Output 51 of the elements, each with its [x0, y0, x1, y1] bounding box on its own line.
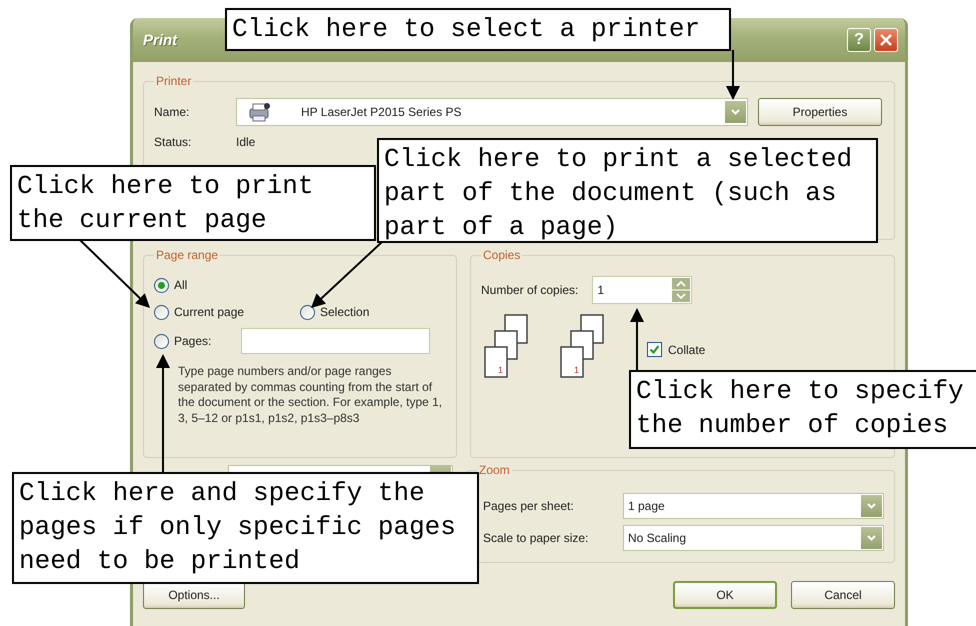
spin-arrows-icon — [672, 278, 690, 302]
dropdown-button[interactable] — [861, 495, 882, 517]
radio-option[interactable]: All — [154, 278, 430, 292]
pages-input-field[interactable] — [241, 328, 430, 354]
chevron-down-icon — [731, 109, 740, 115]
dialog-button[interactable]: OK — [673, 581, 777, 609]
dropdown-value: 1 page — [627, 499, 666, 513]
callout-tooltip: Click here and specify the pages if only specific pages need to be printed — [12, 472, 479, 584]
field-label: Pages per sheet: — [482, 499, 575, 513]
dropdown-value: No Scaling — [627, 531, 688, 545]
callout-tooltip: Click here to select a printer — [225, 8, 731, 51]
printer-dropdown[interactable]: HP LaserJet P2015 Series PS — [236, 98, 748, 126]
callout-tooltip: Click here to specify the number of copies — [629, 370, 976, 449]
dropdown-button[interactable] — [725, 101, 746, 123]
field-label: Number of copies: — [481, 283, 578, 297]
page-number: 1 — [498, 365, 504, 375]
check-icon — [649, 344, 660, 355]
collate-checkbox[interactable]: Collate — [647, 342, 706, 357]
callout-arrow — [311, 241, 383, 308]
callout-tooltip: Click here to print the current page — [10, 165, 376, 241]
callout-arrow — [726, 50, 740, 100]
field-label: Status: — [154, 135, 192, 149]
window-title: Print — [143, 32, 178, 48]
group-title: Printer — [155, 74, 192, 88]
chevron-down-icon — [867, 503, 876, 509]
copies-value: 1 — [597, 283, 606, 297]
copies-spin-field[interactable]: 1 — [592, 276, 692, 304]
radio-option[interactable]: Current page — [154, 304, 300, 320]
close-button[interactable] — [874, 28, 898, 52]
dropdown-field[interactable]: No Scaling — [623, 525, 884, 551]
callout-arrow — [630, 308, 644, 370]
properties-button[interactable]: Properties — [758, 98, 882, 126]
group-title: Copies — [482, 248, 522, 262]
radio-option[interactable]: Selection — [300, 304, 430, 320]
close-icon — [880, 34, 892, 46]
field-label: Scale to paper size: — [482, 531, 590, 545]
chevron-down-icon — [867, 535, 876, 541]
page-number: 1 — [574, 365, 580, 375]
dialog-button[interactable]: Cancel — [791, 581, 895, 609]
dropdown-field[interactable]: 1 page — [623, 493, 884, 519]
hint-text: Type page numbers and/or page ranges separated by commas counting from the start of the document or the section. For example, type 1, 3, 5–12 or p1s1, p1s2, p1s3–p8s3 — [178, 364, 444, 426]
dropdown-button[interactable] — [861, 527, 882, 549]
group-title: Zoom — [478, 463, 511, 477]
field-label: Name: — [154, 105, 190, 119]
status-value: Idle — [236, 135, 256, 149]
radio-option[interactable]: Pages: — [154, 334, 300, 348]
printer-name: HP LaserJet P2015 Series PS — [300, 105, 463, 119]
group-title: Page range — [155, 248, 220, 262]
callout-tooltip: Click here to print a selected part of the document (such as part of a page) — [377, 138, 878, 243]
printer-icon — [247, 101, 271, 123]
callout-arrow — [79, 239, 150, 308]
